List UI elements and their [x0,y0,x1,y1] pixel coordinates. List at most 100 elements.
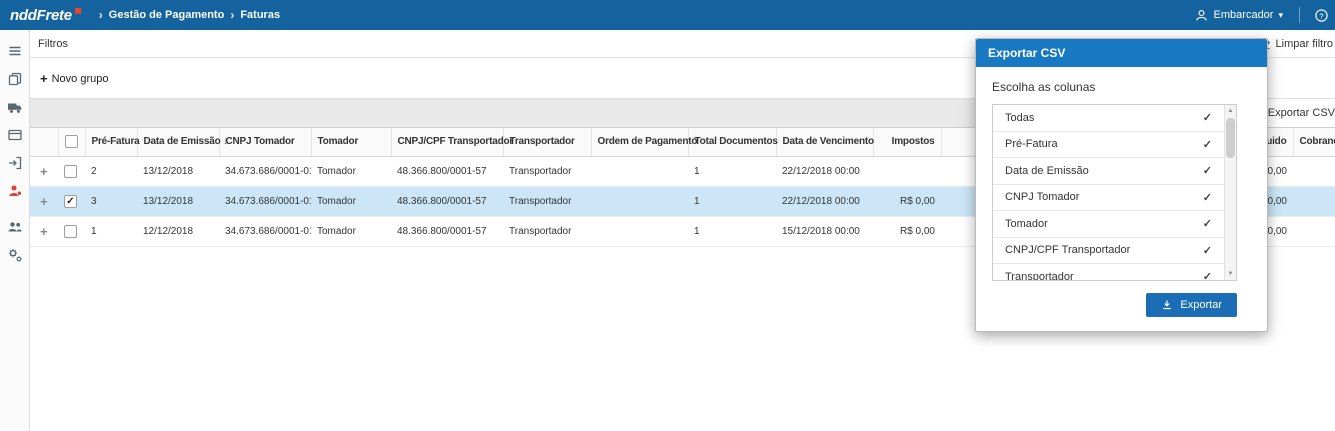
sidebar-item-payment-management[interactable] [3,179,27,203]
column-header-pre-fatura[interactable]: Pré-Fatura [84,128,140,157]
user-menu[interactable]: Embarcador ▾ [1184,8,1293,23]
chevron-icon: › [230,8,235,22]
check-icon: ✓ [1202,165,1212,178]
logout-icon [8,156,21,170]
app-window: nddFrete › Gestão de Pagamento › Faturas… [0,0,1335,431]
list-scrollbar[interactable]: ▲ ▼ [1224,105,1236,280]
logo-text: nddFrete [10,6,72,24]
column-header-data-vencimento[interactable]: Data de Vencimento [775,128,874,157]
column-header-ordem-pagamento[interactable]: Ordem de Pagamento [590,128,697,157]
row-checkbox[interactable] [64,194,77,208]
filters-title: Filtros [38,37,68,50]
check-icon: ✓ [1202,218,1212,231]
column-option-cnpj-tomador[interactable]: CNPJ Tomador ✓ [993,185,1236,211]
user-menu-label: Embarcador [1213,9,1274,21]
new-group-button[interactable]: + Novo grupo [40,71,108,86]
users-icon [8,222,22,232]
cell-impostos: R$ 0,00 [873,186,941,217]
expand-row-button[interactable]: + [36,194,48,209]
sidebar-item-exit[interactable] [3,151,27,175]
cell-pre-fatura: 2 [85,156,137,187]
cell-data-emissao: 13/12/2018 [137,156,219,187]
cell-data-vencimento: 22/12/2018 00:00 [776,186,873,217]
cell-cnpj-tomador: 34.673.686/0001-01 [219,186,311,217]
cell-ordem-pagamento [591,216,688,247]
column-option-cnpj-cpf-transportador[interactable]: CNPJ/CPF Transportador ✓ [993,238,1236,264]
settings-icon [8,249,21,262]
scroll-up-button[interactable]: ▲ [1225,105,1236,117]
column-header-cnpj-cpf-transportador[interactable]: CNPJ/CPF Transportador [390,128,513,157]
modal-body: Escolha as colunas Todas ✓ Pré-Fatura ✓ … [976,67,1267,331]
cell-transportador: Transportador [503,186,591,217]
cell-cnpj-cpf-transportador: 48.366.800/0001-57 [391,186,503,217]
cell-impostos [873,156,941,187]
sidebar-item-card[interactable] [3,123,27,147]
column-option-todas[interactable]: Todas ✓ [993,105,1236,132]
cell-cnpj-cpf-transportador: 48.366.800/0001-57 [391,216,503,247]
scroll-down-button[interactable]: ▼ [1225,268,1236,280]
cell-cobranca [1293,216,1335,247]
column-option-pre-fatura[interactable]: Pré-Fatura ✓ [993,132,1236,158]
clear-filter-label: Limpar filtro [1275,37,1333,50]
select-all-checkbox[interactable] [64,135,78,149]
cell-transportador: Transportador [503,156,591,187]
help-button[interactable]: ? [1306,8,1335,23]
sidebar-item-settings[interactable] [3,243,27,267]
column-header-total-documentos[interactable]: Total Documentos [687,128,778,157]
truck-icon [7,103,21,113]
columns-list: Todas ✓ Pré-Fatura ✓ Data de Emissão ✓ C… [992,104,1237,281]
breadcrumb-item-gestao[interactable]: Gestão de Pagamento [109,9,225,21]
column-option-data-emissao[interactable]: Data de Emissão ✓ [993,158,1236,185]
expand-row-button[interactable]: + [36,224,48,239]
cell-cnpj-tomador: 34.673.686/0001-01 [219,156,311,187]
check-icon: ✓ [1202,271,1212,281]
topbar: nddFrete › Gestão de Pagamento › Faturas… [0,0,1335,30]
cell-cnpj-tomador: 34.673.686/0001-01 [219,216,311,247]
cell-ordem-pagamento [591,156,688,187]
column-header-cnpj-tomador[interactable]: CNPJ Tomador [218,128,311,157]
expand-row-button[interactable]: + [36,164,48,179]
cell-cobranca [1293,156,1335,187]
cell-data-vencimento: 22/12/2018 00:00 [776,156,873,187]
cell-data-emissao: 13/12/2018 [137,186,219,217]
column-header-cobranca[interactable]: Cobrança [1292,128,1335,157]
card-icon [7,129,22,141]
modal-header: Exportar CSV [976,39,1267,67]
export-csv-label: Exportar CSV [1267,107,1335,119]
scrollbar-thumb[interactable] [1226,118,1235,158]
column-option-transportador[interactable]: Transportador ✓ [993,264,1236,281]
sidebar-item-freight[interactable] [3,95,27,119]
logo-flag-icon [74,7,81,14]
row-checkbox[interactable] [64,224,77,238]
cell-transportador: Transportador [503,216,591,247]
select-column-header [57,128,85,157]
sidebar-item-users[interactable] [3,215,27,239]
cell-pre-fatura: 3 [85,186,137,217]
column-option-tomador[interactable]: Tomador ✓ [993,211,1236,238]
modal-title: Exportar CSV [988,46,1066,60]
modal-export-button[interactable]: Exportar [1146,293,1237,317]
user-icon [1195,9,1207,21]
cell-tomador: Tomador [311,156,391,187]
app-logo[interactable]: nddFrete [10,7,81,24]
topbar-right: Embarcador ▾ ? [1184,7,1335,23]
row-checkbox[interactable] [64,164,77,178]
column-header-tomador[interactable]: Tomador [310,128,391,157]
cell-data-vencimento: 15/12/2018 00:00 [776,216,873,247]
cell-pre-fatura: 1 [85,216,137,247]
column-header-impostos[interactable]: Impostos [872,128,941,157]
column-header-transportador[interactable]: Transportador [502,128,591,157]
sidebar-item-menu[interactable] [3,39,27,63]
cell-tomador: Tomador [311,216,391,247]
download-icon [1163,300,1172,310]
cell-data-emissao: 12/12/2018 [137,216,219,247]
sidebar-item-documents[interactable] [3,67,27,91]
check-icon: ✓ [1202,191,1212,204]
column-header-data-emissao[interactable]: Data de Emissão ↓ [136,128,228,157]
breadcrumb-item-faturas[interactable]: Faturas [240,9,280,21]
sidebar [0,30,30,431]
svg-text:?: ? [1319,11,1323,20]
clear-filter-button[interactable]: Limpar filtro [1258,37,1333,51]
copy-pages-icon [8,72,21,86]
check-icon: ✓ [1202,244,1212,257]
